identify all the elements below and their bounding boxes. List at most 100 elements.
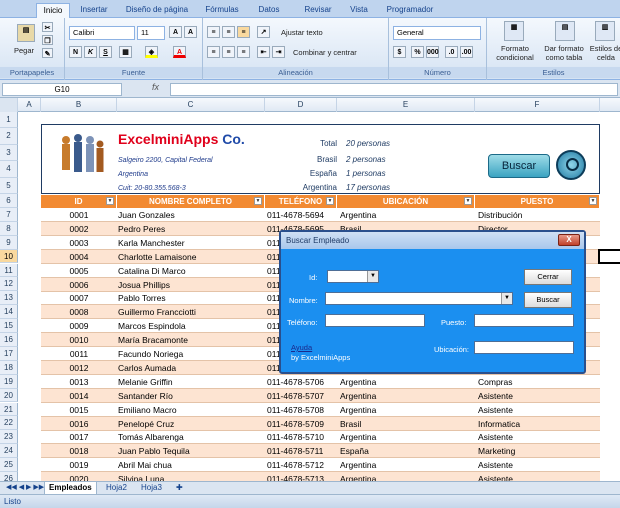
filter-dropdown-icon[interactable]: ▼ — [464, 197, 472, 205]
format-painter-icon[interactable]: ✎ — [42, 48, 53, 58]
table-cell[interactable]: 011-4678-5711 — [267, 444, 339, 458]
table-cell[interactable]: Melanie Griffin — [118, 375, 265, 389]
table-cell[interactable]: Marcos Espindola — [118, 319, 265, 333]
row-header[interactable]: 2 — [0, 128, 18, 145]
table-cell[interactable]: María Bracamonte — [118, 333, 265, 347]
table-cell[interactable]: Compras — [478, 375, 598, 389]
table-cell[interactable]: 0009 — [41, 319, 117, 333]
magnifier-icon[interactable] — [556, 150, 586, 180]
align-left-icon[interactable]: ≡ — [207, 46, 220, 58]
table-cell[interactable]: Facundo Noriega — [118, 347, 265, 361]
filter-dropdown-icon[interactable]: ▼ — [589, 197, 597, 205]
table-cell[interactable]: 0001 — [41, 208, 117, 222]
cell-styles-icon[interactable]: ▥ — [595, 21, 615, 41]
row-header[interactable]: 23 — [0, 430, 18, 445]
row-header[interactable]: 7 — [0, 207, 18, 222]
row-header[interactable]: 11 — [0, 263, 18, 278]
filter-dropdown-icon[interactable]: ▼ — [106, 197, 114, 205]
orientation-icon[interactable]: ↗ — [257, 26, 270, 38]
table-cell[interactable]: 0019 — [41, 458, 117, 472]
row-header[interactable]: 4 — [0, 161, 18, 178]
table-cell[interactable]: 011-4678-5709 — [267, 417, 339, 431]
bold-icon[interactable]: N — [69, 46, 82, 58]
fill-color-icon[interactable]: ◈ — [145, 46, 158, 58]
table-cell[interactable]: 0015 — [41, 403, 117, 417]
tab-diseno-pagina[interactable]: Diseño de página — [120, 3, 194, 18]
table-cell[interactable]: Argentina — [340, 430, 476, 444]
position-field[interactable] — [474, 314, 574, 327]
row-header[interactable]: 12 — [0, 277, 18, 292]
phone-field[interactable] — [325, 314, 425, 327]
row-header[interactable]: 9 — [0, 235, 18, 250]
table-format-button[interactable]: Dar formato como tabla — [541, 44, 587, 62]
tab-revisar[interactable]: Revisar — [298, 3, 338, 18]
table-cell[interactable]: 0017 — [41, 430, 117, 444]
table-cell[interactable]: Asistente — [478, 430, 598, 444]
table-cell[interactable]: Juan Gonzales — [118, 208, 265, 222]
row-header[interactable]: 13 — [0, 291, 18, 306]
col-header-a[interactable]: A — [18, 98, 41, 112]
table-cell[interactable]: Argentina — [340, 375, 476, 389]
fx-icon[interactable]: fx — [152, 82, 159, 92]
indent-increase-icon[interactable]: ⇥ — [272, 46, 285, 58]
location-field[interactable] — [474, 341, 574, 354]
row-header[interactable]: 21 — [0, 402, 18, 417]
chevron-down-icon[interactable]: ▼ — [367, 271, 378, 282]
table-row[interactable]: 0019 Abril Mai chua 011-4678-5712 Argentina… — [41, 458, 600, 473]
table-cell[interactable]: 011-4678-5706 — [267, 375, 339, 389]
select-all-corner[interactable] — [0, 98, 18, 112]
table-cell[interactable]: 0006 — [41, 278, 117, 292]
decrease-decimal-icon[interactable]: .00 — [460, 46, 473, 58]
row-header[interactable]: 14 — [0, 305, 18, 320]
increase-decimal-icon[interactable]: .0 — [445, 46, 458, 58]
row-header[interactable]: 15 — [0, 319, 18, 333]
filter-dropdown-icon[interactable]: ▼ — [326, 197, 334, 205]
table-cell[interactable]: 011-4678-5710 — [267, 430, 339, 444]
row-header[interactable]: 16 — [0, 333, 18, 347]
table-cell[interactable]: 0012 — [41, 361, 117, 375]
search-button[interactable]: Buscar — [488, 154, 550, 178]
conditional-format-button[interactable]: Formato condicional — [489, 44, 541, 62]
table-cell[interactable]: Santander Río — [118, 389, 265, 403]
tab-inicio[interactable]: Inicio — [36, 3, 70, 18]
table-cell[interactable]: España — [340, 444, 476, 458]
number-format-select[interactable]: General — [393, 26, 481, 40]
paste-button[interactable]: Pegar — [14, 46, 34, 55]
table-cell[interactable]: Abril Mai chua — [118, 458, 265, 472]
clipboard-icon[interactable]: ▤ — [17, 24, 35, 42]
table-format-icon[interactable]: ▤ — [555, 21, 575, 41]
merge-center-button[interactable]: Combinar y centrar — [293, 48, 357, 57]
align-right-icon[interactable]: ≡ — [237, 46, 250, 58]
wrap-text-button[interactable]: Ajustar texto — [281, 28, 323, 37]
table-row[interactable]: 0017 Tomás Albarenga 011-4678-5710 Argentin… — [41, 430, 600, 445]
table-cell[interactable]: 0011 — [41, 347, 117, 361]
formula-input[interactable] — [170, 83, 618, 96]
col-header-e[interactable]: E — [337, 98, 475, 112]
table-cell[interactable]: Argentina — [340, 403, 476, 417]
cut-icon[interactable]: ✂ — [42, 22, 53, 32]
table-cell[interactable]: Informatica — [478, 417, 598, 431]
table-cell[interactable]: Argentina — [340, 458, 476, 472]
italic-icon[interactable]: K — [84, 46, 97, 58]
id-select[interactable]: ▼ — [327, 270, 379, 283]
borders-icon[interactable]: ▦ — [119, 46, 132, 58]
table-cell[interactable]: 0004 — [41, 250, 117, 264]
table-cell[interactable]: 0018 — [41, 444, 117, 458]
table-cell[interactable]: Josua Phillips — [118, 278, 265, 292]
table-cell[interactable]: Marketing — [478, 444, 598, 458]
name-select[interactable]: ▼ — [325, 292, 513, 305]
col-header-b[interactable]: B — [41, 98, 117, 112]
font-color-icon[interactable]: A — [173, 46, 186, 58]
chevron-down-icon[interactable]: ▼ — [501, 293, 512, 304]
thousands-icon[interactable]: 000 — [426, 46, 439, 58]
row-header[interactable]: 22 — [0, 416, 18, 431]
table-cell[interactable]: Charlotte Lamaisone — [118, 250, 265, 264]
table-cell[interactable]: 0003 — [41, 236, 117, 250]
row-header[interactable]: 24 — [0, 444, 18, 459]
table-cell[interactable]: Emiliano Macro — [118, 403, 265, 417]
close-icon[interactable]: X — [558, 234, 580, 246]
row-header[interactable]: 10 — [0, 249, 18, 264]
table-cell[interactable]: 0014 — [41, 389, 117, 403]
table-cell[interactable]: Argentina — [340, 389, 476, 403]
table-cell[interactable]: Asistente — [478, 403, 598, 417]
